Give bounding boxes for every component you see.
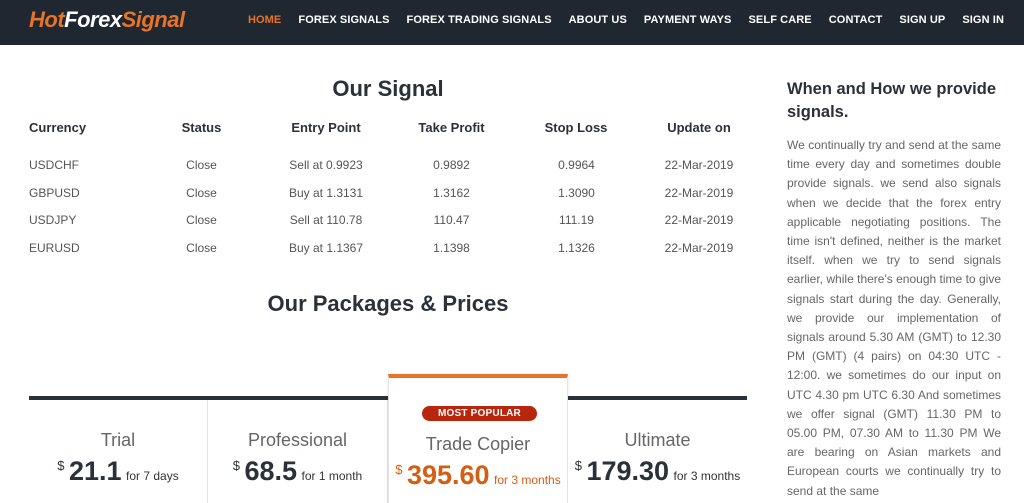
- package-price: $ 395.60 for 3 months: [389, 460, 567, 491]
- cell-stop-loss: 1.3090: [558, 185, 595, 200]
- signal-table-body: USDCHF Close Sell at 0.9923 0.9892 0.996…: [29, 158, 749, 268]
- main-nav: HOME FOREX SIGNALS FOREX TRADING SIGNALS…: [231, 14, 1004, 26]
- cell-take-profit: 1.1398: [433, 240, 470, 255]
- packages-section-title: Our Packages & Prices: [267, 291, 509, 316]
- price-amount: 179.30: [586, 456, 670, 486]
- table-row: EURUSD Close Buy at 1.1367 1.1398 1.1326…: [29, 241, 749, 269]
- cell-entry-point: Buy at 1.1367: [288, 240, 364, 255]
- most-popular-badge: MOST POPULAR: [422, 406, 537, 421]
- top-navbar: HotForexSignal HOME FOREX SIGNALS FOREX …: [0, 0, 1024, 45]
- col-stop-loss: Stop Loss: [544, 120, 608, 135]
- currency-symbol: $: [232, 458, 241, 473]
- cell-status: Close: [186, 240, 217, 255]
- price-period: for 1 month: [301, 469, 363, 483]
- signal-table-header: Currency Status Entry Point Take Profit …: [29, 120, 749, 138]
- cell-stop-loss: 0.9964: [558, 158, 595, 172]
- package-card-ultimate[interactable]: Ultimate $ 179.30 for 3 months: [568, 400, 747, 503]
- col-status: Status: [181, 120, 222, 135]
- cell-entry-point: Buy at 1.3131: [288, 185, 364, 200]
- cell-update-on: 22-Mar-2019: [664, 240, 734, 255]
- cell-stop-loss: 1.1326: [558, 240, 595, 255]
- price-amount: 21.1: [68, 456, 122, 486]
- nav-forex-signals[interactable]: FOREX SIGNALS: [298, 14, 389, 26]
- price-period: for 3 months: [673, 469, 741, 483]
- nav-home[interactable]: HOME: [248, 14, 281, 26]
- signal-section-title: Our Signal: [332, 76, 444, 101]
- nav-self-care[interactable]: SELF CARE: [749, 14, 812, 26]
- table-row: USDJPY Close Sell at 110.78 110.47 111.1…: [29, 213, 749, 241]
- package-name: Trial: [100, 430, 136, 450]
- cell-take-profit: 110.47: [433, 213, 470, 227]
- price-period: for 3 months: [494, 473, 561, 487]
- package-price: $ 179.30 for 3 months: [568, 456, 747, 487]
- currency-symbol: $: [574, 458, 583, 473]
- col-update-on: Update on: [667, 120, 731, 135]
- pricing-packages: Trial $ 21.1 for 7 days Professional $ 6…: [29, 374, 747, 503]
- nav-about-us[interactable]: ABOUT US: [569, 14, 627, 26]
- price-amount: 68.5: [244, 456, 298, 486]
- package-name: Trade Copier: [425, 434, 531, 454]
- cell-currency: USDCHF: [29, 158, 79, 172]
- package-card-trial[interactable]: Trial $ 21.1 for 7 days: [29, 400, 208, 503]
- currency-symbol: $: [57, 458, 65, 473]
- table-row: USDCHF Close Sell at 0.9923 0.9892 0.996…: [29, 158, 749, 186]
- cell-currency: GBPUSD: [29, 185, 80, 200]
- col-currency: Currency: [29, 120, 87, 135]
- cell-update-on: 22-Mar-2019: [664, 185, 734, 200]
- site-logo[interactable]: HotForexSignal: [29, 7, 185, 33]
- col-take-profit: Take Profit: [418, 120, 485, 135]
- logo-part-hot: Hot: [29, 7, 65, 32]
- nav-sign-in[interactable]: SIGN IN: [962, 14, 1004, 26]
- package-price: $ 68.5 for 1 month: [208, 456, 387, 487]
- package-name: Ultimate: [624, 430, 691, 450]
- currency-symbol: $: [395, 462, 403, 477]
- signal-table: Currency Status Entry Point Take Profit …: [29, 120, 749, 255]
- cell-status: Close: [186, 213, 217, 227]
- package-card-professional[interactable]: Professional $ 68.5 for 1 month: [208, 400, 388, 503]
- nav-payment-ways[interactable]: PAYMENT WAYS: [644, 14, 732, 26]
- cell-take-profit: 0.9892: [433, 158, 470, 172]
- cell-update-on: 22-Mar-2019: [664, 213, 734, 227]
- logo-part-forex: Forex: [64, 7, 122, 32]
- price-amount: 395.60: [406, 460, 490, 490]
- nav-forex-trading-signals[interactable]: FOREX TRADING SIGNALS: [407, 14, 552, 26]
- cell-entry-point: Sell at 0.9923: [289, 158, 363, 172]
- price-period: for 7 days: [126, 469, 179, 483]
- cell-status: Close: [186, 158, 217, 172]
- cell-currency: USDJPY: [29, 213, 77, 227]
- package-price: $ 21.1 for 7 days: [29, 456, 207, 487]
- col-entry-point: Entry Point: [291, 120, 361, 135]
- cell-status: Close: [186, 185, 217, 200]
- table-row: GBPUSD Close Buy at 1.3131 1.3162 1.3090…: [29, 186, 749, 214]
- logo-part-signal: Signal: [121, 7, 186, 32]
- cell-currency: EURUSD: [29, 240, 80, 255]
- cell-stop-loss: 111.19: [559, 213, 594, 227]
- nav-contact[interactable]: CONTACT: [829, 14, 883, 26]
- cell-entry-point: Sell at 110.78: [289, 213, 363, 227]
- sidebar-title: When and How we provide signals.: [787, 80, 997, 121]
- package-card-trade-copier[interactable]: MOST POPULAR Trade Copier $ 395.60 for 3…: [388, 374, 568, 503]
- nav-sign-up[interactable]: SIGN UP: [899, 14, 945, 26]
- package-name: Professional: [247, 430, 348, 450]
- cell-update-on: 22-Mar-2019: [664, 158, 734, 172]
- sidebar-text: We continually try and send at the same …: [787, 138, 1001, 498]
- cell-take-profit: 1.3162: [433, 185, 470, 200]
